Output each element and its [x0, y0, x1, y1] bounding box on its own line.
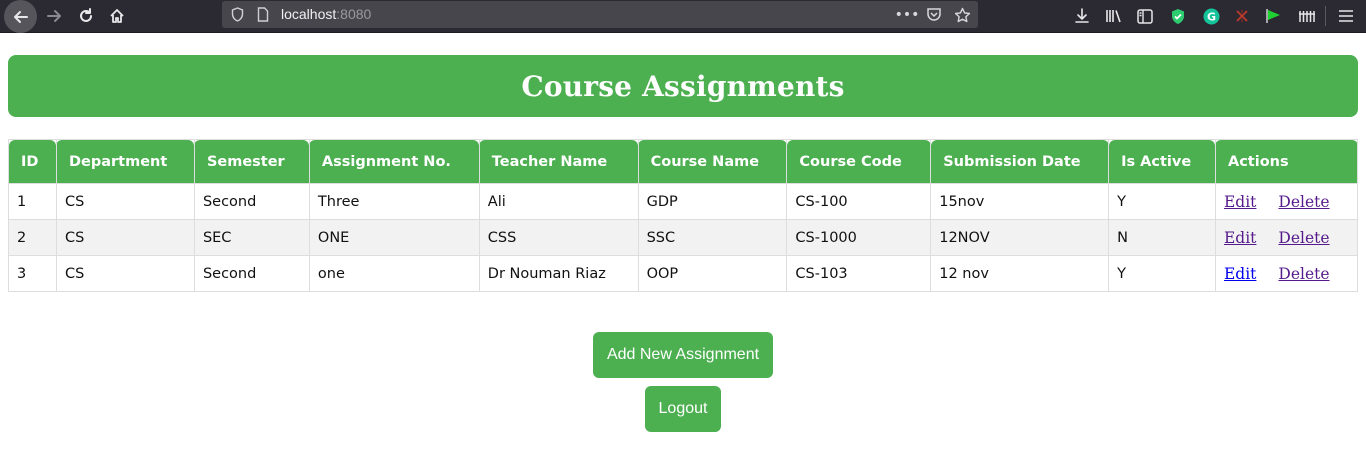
- cell-assignment-no: one: [308, 255, 480, 292]
- edit-link[interactable]: Edit: [1224, 193, 1256, 211]
- bookmark-star-icon[interactable]: [951, 4, 973, 25]
- header-teacher-name: Teacher Name: [478, 139, 639, 184]
- cell-id: 2: [8, 219, 57, 256]
- svg-text:G: G: [1206, 10, 1215, 23]
- toolbar-separator: [1325, 6, 1326, 26]
- edit-link[interactable]: Edit: [1224, 229, 1256, 247]
- header-assignment-no: Assignment No.: [308, 139, 480, 184]
- url-text[interactable]: localhost:8080: [281, 5, 371, 24]
- cell-course-code: CS-100: [786, 183, 932, 220]
- cell-course-name: OOP: [637, 255, 788, 292]
- cell-is-active: N: [1108, 219, 1216, 256]
- cell-teacher-name: Ali: [478, 183, 639, 220]
- cell-submission-date: 12NOV: [930, 219, 1110, 256]
- pocket-icon[interactable]: [923, 4, 945, 25]
- logout-button[interactable]: Logout: [645, 386, 721, 432]
- url-bar[interactable]: localhost:8080 •••: [222, 1, 978, 28]
- cell-course-code: CS-103: [786, 255, 932, 292]
- cell-assignment-no: Three: [308, 183, 480, 220]
- cell-is-active: Y: [1108, 255, 1216, 292]
- cell-id: 3: [8, 255, 57, 292]
- table-row: 1 CS Second Three Ali GDP CS-100 15nov Y…: [8, 183, 1359, 220]
- header-is-active: Is Active: [1108, 139, 1216, 184]
- page-info-icon[interactable]: [256, 5, 270, 23]
- cell-submission-date: 12 nov: [930, 255, 1110, 292]
- cell-assignment-no: ONE: [308, 219, 480, 256]
- home-icon[interactable]: [103, 3, 131, 29]
- cell-submission-date: 15nov: [930, 183, 1110, 220]
- flag-icon[interactable]: [1261, 4, 1285, 28]
- page-actions-icon[interactable]: •••: [895, 4, 920, 25]
- library-icon[interactable]: [1101, 4, 1125, 28]
- blocked-extension-icon[interactable]: [1230, 4, 1254, 28]
- download-icon[interactable]: [1070, 4, 1094, 28]
- cell-semester: Second: [193, 255, 310, 292]
- url-port: :8080: [336, 6, 372, 22]
- header-department: Department: [55, 139, 195, 184]
- cell-department: CS: [55, 255, 195, 292]
- cell-semester: SEC: [193, 219, 310, 256]
- header-course-code: Course Code: [786, 139, 932, 184]
- cell-department: CS: [55, 183, 195, 220]
- tracking-shield-icon[interactable]: [230, 5, 244, 23]
- browser-toolbar: localhost:8080 ••• G: [0, 0, 1366, 33]
- header-semester: Semester: [193, 139, 310, 184]
- assignments-table: ID Department Semester Assignment No. Te…: [8, 139, 1359, 292]
- grammarly-icon[interactable]: G: [1199, 4, 1223, 28]
- header-course-name: Course Name: [637, 139, 788, 184]
- cell-actions: Edit Delete: [1214, 255, 1359, 292]
- page-header: Course Assignments: [8, 55, 1358, 117]
- page-title: Course Assignments: [521, 69, 845, 103]
- table-row: 2 CS SEC ONE CSS SSC CS-1000 12NOV N Edi…: [8, 219, 1359, 256]
- add-new-assignment-button[interactable]: Add New Assignment: [593, 332, 773, 378]
- delete-link[interactable]: Delete: [1278, 265, 1329, 283]
- sidebar-icon[interactable]: [1133, 4, 1157, 28]
- cell-teacher-name: CSS: [478, 219, 639, 256]
- cell-course-code: CS-1000: [786, 219, 932, 256]
- delete-link[interactable]: Delete: [1278, 193, 1329, 211]
- cell-department: CS: [55, 219, 195, 256]
- header-actions: Actions: [1214, 139, 1359, 184]
- hamburger-menu-icon[interactable]: [1334, 4, 1358, 28]
- url-host: localhost: [281, 6, 337, 22]
- privacy-shield-icon[interactable]: [1166, 4, 1190, 28]
- cell-is-active: Y: [1108, 183, 1216, 220]
- cell-id: 1: [8, 183, 57, 220]
- extension-bars-icon[interactable]: [1294, 4, 1318, 28]
- cell-course-name: SSC: [637, 219, 788, 256]
- header-id: ID: [8, 139, 57, 184]
- forward-arrow-icon[interactable]: [40, 3, 68, 29]
- header-submission-date: Submission Date: [930, 139, 1110, 184]
- cell-actions: Edit Delete: [1214, 183, 1359, 220]
- cell-course-name: GDP: [637, 183, 788, 220]
- table-header-row: ID Department Semester Assignment No. Te…: [8, 139, 1359, 184]
- edit-link[interactable]: Edit: [1224, 265, 1256, 283]
- cell-semester: Second: [193, 183, 310, 220]
- cell-actions: Edit Delete: [1214, 219, 1359, 256]
- table-row: 3 CS Second one Dr Nouman Riaz OOP CS-10…: [8, 255, 1359, 292]
- delete-link[interactable]: Delete: [1278, 229, 1329, 247]
- cell-teacher-name: Dr Nouman Riaz: [478, 255, 639, 292]
- reload-icon[interactable]: [72, 3, 100, 29]
- back-arrow-icon[interactable]: [4, 0, 37, 33]
